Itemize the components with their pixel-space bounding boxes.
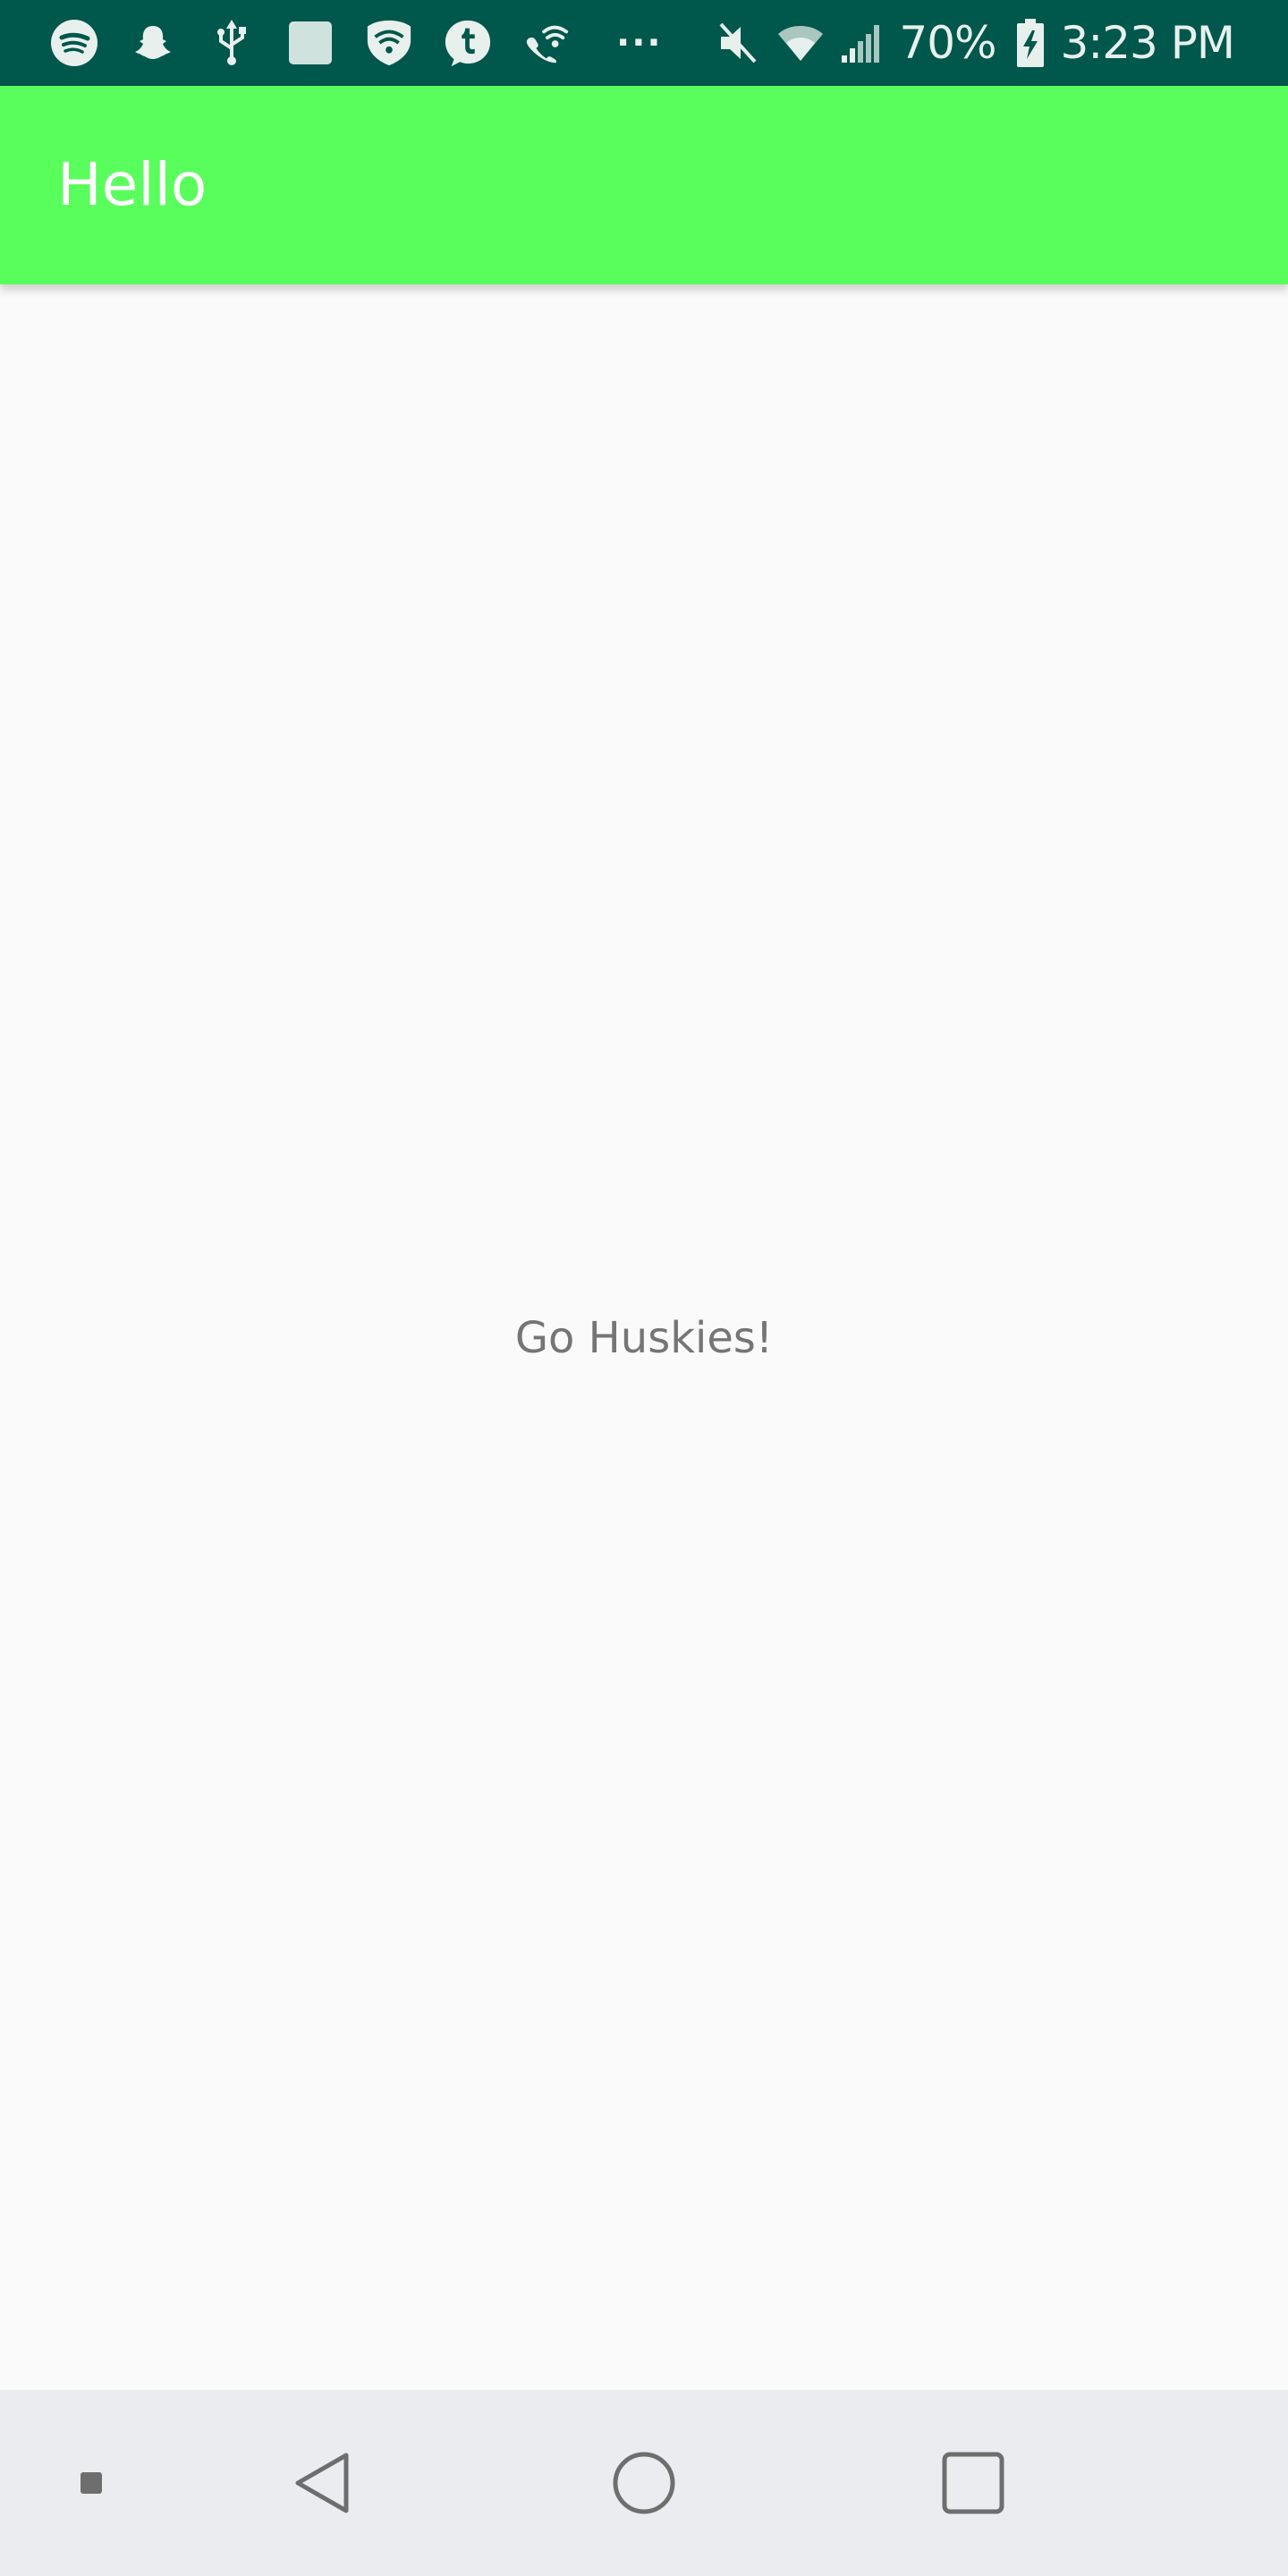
- battery-charging-icon: [1013, 19, 1048, 67]
- status-bar-notification-icons: ···: [0, 18, 690, 68]
- app-bar: Hello: [0, 86, 1288, 284]
- back-icon: [295, 2453, 349, 2513]
- clock: 3:23 PM: [1060, 17, 1235, 69]
- vpn-shield-icon: [364, 18, 414, 68]
- home-button[interactable]: [599, 2438, 689, 2528]
- snapchat-icon: [128, 18, 178, 68]
- spotify-icon: [49, 18, 99, 68]
- usb-icon: [207, 18, 257, 68]
- mute-icon: [715, 20, 761, 66]
- back-button[interactable]: [277, 2438, 367, 2528]
- small-square-icon: [80, 2472, 102, 2494]
- battery-percent: 70%: [899, 17, 996, 69]
- wifi-calling-icon: [521, 18, 572, 68]
- signal-icon: [840, 20, 886, 66]
- navigation-bar: [0, 2390, 1288, 2576]
- small-square-button[interactable]: [64, 2456, 118, 2510]
- recents-icon: [942, 2452, 1004, 2514]
- status-bar-system-icons: 70% 3:23 PM: [699, 17, 1288, 69]
- recents-button[interactable]: [928, 2438, 1018, 2528]
- home-icon: [613, 2452, 675, 2514]
- wifi-icon: [777, 20, 824, 66]
- message-text: Go Huskies!: [514, 1313, 774, 1363]
- app-title: Hello: [57, 150, 208, 219]
- status-bar: ··· 70% 3:23 PM: [0, 0, 1288, 86]
- tumblr-icon: [443, 18, 493, 68]
- main-content: Go Huskies!: [0, 284, 1288, 2390]
- more-notifications-indicator: ···: [616, 22, 663, 64]
- square-notification-icon: [285, 18, 335, 68]
